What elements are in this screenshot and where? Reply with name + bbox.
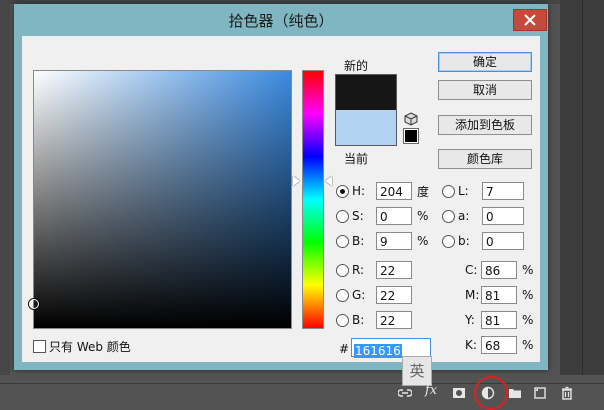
hue-slider[interactable] bbox=[302, 70, 324, 329]
layer-style-fx-icon[interactable]: fx bbox=[425, 383, 437, 398]
input-b[interactable]: 9 bbox=[376, 232, 412, 250]
add-layer-mask-icon[interactable] bbox=[452, 386, 466, 400]
ok-button[interactable]: 确定 bbox=[438, 52, 532, 72]
radio-b[interactable] bbox=[336, 234, 349, 248]
label-l: L: bbox=[458, 184, 469, 198]
label-k: K: bbox=[465, 338, 477, 352]
cancel-button[interactable]: 取消 bbox=[438, 80, 532, 100]
label-rgb-b: B: bbox=[352, 313, 365, 327]
dialog-title: 拾色器（纯色） bbox=[228, 12, 334, 30]
out-of-gamut-cube-icon[interactable] bbox=[404, 112, 418, 126]
rgb-row-b: B: 22 bbox=[336, 311, 412, 329]
web-safe-swatch-icon[interactable] bbox=[404, 129, 418, 143]
new-color-swatch bbox=[336, 75, 396, 110]
input-m[interactable]: 81 bbox=[481, 286, 517, 304]
color-libraries-button[interactable]: 颜色库 bbox=[438, 149, 532, 169]
label-s: S: bbox=[352, 209, 364, 223]
unit-k: % bbox=[522, 338, 534, 352]
close-button[interactable] bbox=[513, 9, 547, 31]
radio-a[interactable] bbox=[442, 209, 455, 223]
input-g[interactable]: 22 bbox=[376, 286, 412, 304]
new-layer-icon[interactable] bbox=[533, 386, 547, 400]
input-l[interactable]: 7 bbox=[482, 182, 524, 200]
label-h: H: bbox=[352, 184, 366, 198]
cmyk-row-m: M: 81 % bbox=[465, 286, 533, 304]
label-y: Y: bbox=[465, 313, 475, 327]
link-layers-icon[interactable] bbox=[398, 386, 412, 400]
web-colors-only-option[interactable]: 只有 Web 颜色 bbox=[33, 338, 131, 355]
input-r[interactable]: 22 bbox=[376, 261, 412, 279]
close-icon bbox=[524, 14, 536, 26]
web-colors-only-checkbox[interactable] bbox=[33, 340, 46, 353]
hsb-row-h: H: 204 度 bbox=[336, 182, 429, 200]
label-lab-b: b: bbox=[458, 234, 470, 248]
radio-g[interactable] bbox=[336, 288, 349, 302]
unit-h: 度 bbox=[417, 184, 430, 199]
hex-input[interactable]: 161616 bbox=[351, 338, 431, 358]
input-c[interactable]: 86 bbox=[481, 261, 517, 279]
lab-row-l: L: 7 bbox=[442, 182, 524, 200]
unit-s: % bbox=[417, 209, 429, 223]
ime-mode-badge[interactable]: 英 bbox=[402, 356, 432, 386]
highlight-annotation-circle bbox=[474, 376, 508, 410]
unit-b: % bbox=[417, 234, 429, 248]
workspace-left-strip bbox=[0, 0, 10, 409]
input-h[interactable]: 204 bbox=[376, 182, 412, 200]
saturation-brightness-field[interactable] bbox=[29, 70, 292, 329]
web-colors-only-label: 只有 Web 颜色 bbox=[49, 340, 131, 354]
input-k[interactable]: 68 bbox=[481, 336, 517, 354]
input-y[interactable]: 81 bbox=[481, 311, 517, 329]
dialog-titlebar[interactable]: 拾色器（纯色） bbox=[14, 4, 548, 36]
add-to-swatches-button[interactable]: 添加到色板 bbox=[438, 115, 532, 135]
cmyk-row-c: C: 86 % bbox=[465, 261, 533, 279]
lab-row-a: a: 0 bbox=[442, 207, 524, 225]
label-m: M: bbox=[465, 288, 480, 302]
label-c: C: bbox=[465, 263, 478, 277]
hsb-row-s: S: 0 % bbox=[336, 207, 428, 225]
unit-m: % bbox=[522, 288, 534, 302]
dialog-client-area: 只有 Web 颜色 新的 当前 确定 取消 添加到色板 颜色库 H: 204 度… bbox=[22, 36, 540, 362]
unit-c: % bbox=[522, 263, 534, 277]
radio-l[interactable] bbox=[442, 184, 455, 198]
radio-r[interactable] bbox=[336, 263, 349, 277]
hex-hash-label: # bbox=[339, 342, 350, 356]
color-field-marker[interactable] bbox=[29, 299, 39, 309]
input-lab-b[interactable]: 0 bbox=[482, 232, 524, 250]
radio-lab-b[interactable] bbox=[442, 234, 455, 248]
layers-footer-divider bbox=[0, 383, 604, 384]
color-picker-dialog: 拾色器（纯色） 只有 Web 颜色 新的 当前 确定 取消 添加到色板 颜色库 … bbox=[14, 4, 548, 370]
rgb-row-r: R: 22 bbox=[336, 261, 412, 279]
lab-row-b: b: 0 bbox=[442, 232, 524, 250]
radio-rgb-b[interactable] bbox=[336, 313, 349, 327]
cmyk-row-y: Y: 81 % bbox=[465, 311, 533, 329]
new-group-folder-icon[interactable] bbox=[508, 386, 522, 400]
input-a[interactable]: 0 bbox=[482, 207, 524, 225]
delete-layer-trash-icon[interactable] bbox=[560, 386, 574, 400]
label-r: R: bbox=[352, 263, 365, 277]
current-color-swatch[interactable] bbox=[336, 110, 396, 145]
label-a: a: bbox=[458, 209, 470, 223]
hue-slider-right-arrow[interactable] bbox=[325, 176, 332, 186]
hue-slider-left-arrow[interactable] bbox=[293, 176, 300, 186]
input-rgb-b[interactable]: 22 bbox=[376, 311, 412, 329]
hsb-row-b: B: 9 % bbox=[336, 232, 428, 250]
radio-s[interactable] bbox=[336, 209, 349, 223]
current-color-label: 当前 bbox=[344, 152, 369, 166]
unit-y: % bbox=[522, 313, 534, 327]
label-b: B: bbox=[352, 234, 365, 248]
hex-value-selected: 161616 bbox=[354, 344, 402, 358]
radio-h[interactable] bbox=[336, 184, 349, 198]
workspace-divider bbox=[582, 0, 583, 409]
label-g: G: bbox=[352, 288, 366, 302]
cmyk-row-k: K: 68 % bbox=[465, 336, 533, 354]
new-color-label: 新的 bbox=[344, 59, 369, 73]
rgb-row-g: G: 22 bbox=[336, 286, 412, 304]
input-s[interactable]: 0 bbox=[376, 207, 412, 225]
color-preview bbox=[335, 74, 397, 146]
